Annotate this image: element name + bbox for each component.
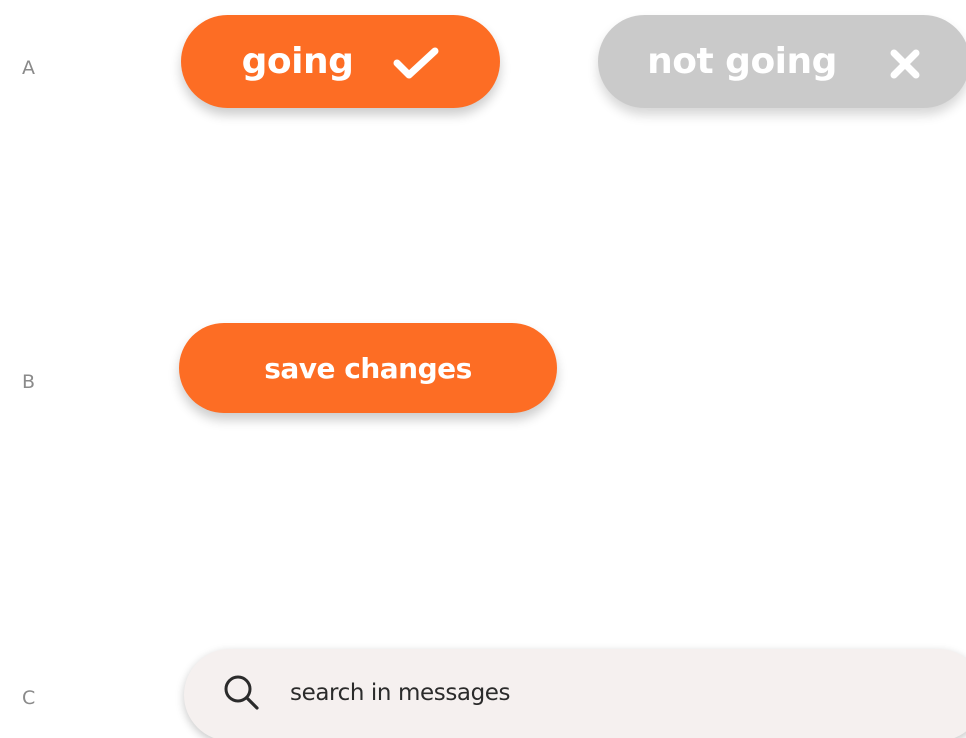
search-bar[interactable] — [184, 649, 966, 738]
search-icon[interactable] — [222, 673, 262, 713]
stage: A going not going B save changes C — [0, 0, 966, 738]
going-label: going — [241, 41, 354, 82]
save-changes-label: save changes — [264, 351, 472, 385]
search-input[interactable] — [290, 680, 790, 706]
row-label-c: C — [22, 687, 36, 709]
save-changes-button[interactable]: save changes — [179, 323, 557, 413]
row-label-b: B — [22, 371, 36, 393]
close-icon — [889, 48, 921, 80]
not-going-label: not going — [647, 41, 837, 82]
row-label-a: A — [22, 57, 35, 79]
not-going-button[interactable]: not going — [598, 15, 966, 108]
going-button[interactable]: going — [181, 15, 500, 108]
checkmark-icon — [393, 46, 439, 80]
